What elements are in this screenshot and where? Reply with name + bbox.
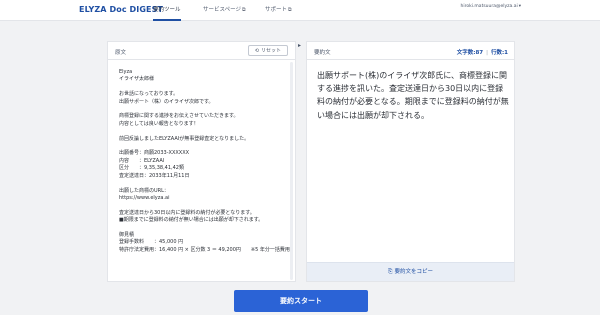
summary-panel-title: 要約文: [314, 50, 331, 56]
copy-icon: ⎘: [388, 269, 393, 275]
reset-button-label: リセット: [260, 48, 281, 54]
external-link-icon: ⧉: [242, 7, 246, 13]
summary-panel-divider: [307, 59, 514, 60]
reset-button[interactable]: ⟲ リセット: [247, 45, 288, 56]
nav-tab-summary-tool[interactable]: 要約ツール: [153, 0, 181, 21]
nav-link-support[interactable]: サポート⧉: [265, 0, 292, 21]
chevron-down-icon: ▾: [518, 4, 521, 9]
summary-output: 出願サポート(株)のイライザ次郎氏に、商標登録に関する進捗を訊いた。査定送達日か…: [317, 71, 509, 120]
source-panel-title: 原文: [115, 50, 127, 56]
user-menu[interactable]: hiroki.matsuura@elyza.ai▾: [461, 4, 521, 9]
copy-summary-button[interactable]: ⎘ 要約文をコピー: [307, 263, 514, 281]
brand-logo[interactable]: ELYZA Doc DIGEST: [79, 5, 163, 14]
app-header: ELYZA Doc DIGEST 要約ツール サービスページ⧉ サポート⧉ hi…: [0, 0, 600, 21]
source-panel: 原文 ⟲ リセット Elyza イライザ太郎様 お世話になっております。 出願サポ…: [107, 41, 296, 282]
copy-summary-label: 要約文をコピー: [394, 269, 433, 275]
source-scrollbar[interactable]: [290, 62, 293, 280]
stats-separator: |: [486, 50, 488, 56]
source-textarea[interactable]: Elyza イライザ太郎様 お世話になっております。 出願サポート（株）のイライ…: [119, 69, 291, 281]
summary-stats: 文字数:87 | 行数:1: [457, 48, 508, 56]
nav-link-service-page[interactable]: サービスページ⧉: [203, 0, 246, 21]
reset-icon: ⟲: [254, 48, 259, 54]
nav-tab-summary-tool-label: 要約ツール: [153, 7, 181, 13]
summary-panel: 要約文 文字数:87 | 行数:1 出願サポート(株)のイライザ次郎氏に、商標登録に…: [306, 41, 515, 282]
line-count: 行数:1: [490, 50, 508, 56]
external-link-icon: ⧉: [288, 7, 292, 13]
start-summary-button[interactable]: 要約スタート: [234, 290, 368, 312]
char-count: 文字数:87: [456, 50, 484, 56]
nav-link-service-page-label: サービスページ: [203, 7, 242, 13]
source-panel-divider: [108, 59, 295, 60]
nav-link-support-label: サポート: [265, 7, 288, 13]
user-email: hiroki.matsuura@elyza.ai: [460, 4, 518, 9]
arrow-right-icon: ▸: [298, 42, 302, 49]
copy-bar: ⎘ 要約文をコピー: [307, 262, 514, 281]
